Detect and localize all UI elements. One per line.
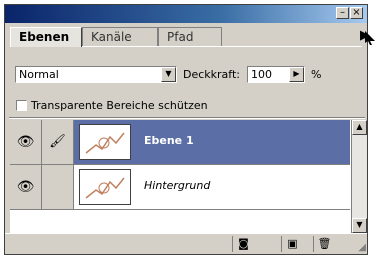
layer-thumbnail <box>79 124 131 160</box>
chevron-down-icon: ▼ <box>165 69 172 78</box>
minimize-icon: – <box>340 7 345 18</box>
trash-icon: 🗑 <box>317 237 332 250</box>
opacity-unit: % <box>311 68 322 81</box>
tab-ebenen-label: Ebenen <box>19 30 70 44</box>
tab-ebenen[interactable]: Ebenen <box>10 27 82 47</box>
transparency-lock-label: Transparente Bereiche schützen <box>31 99 208 112</box>
blend-mode-value: Normal <box>19 68 59 81</box>
brush-icon: 🖌 <box>49 134 66 149</box>
layer-list-scrollbar[interactable]: ▲ ▼ <box>351 120 367 233</box>
mouse-cursor-icon <box>365 31 375 45</box>
blend-mode-dropdown-button[interactable]: ▼ <box>161 67 176 82</box>
layer-list: 👁 🖌 Ebene 1 👁 Hintergrund <box>10 120 358 233</box>
layer-name: Ebene 1 <box>144 134 194 147</box>
resize-grip-icon[interactable]: ◢ <box>358 242 366 253</box>
tab-kanaele-label: Kanäle <box>91 30 132 44</box>
eye-icon: 👁 <box>16 179 35 195</box>
opacity-field[interactable]: 100 ▶ <box>247 66 305 83</box>
transparency-lock-checkbox[interactable] <box>16 100 27 111</box>
layer-visibility-toggle[interactable]: 👁 <box>10 120 42 164</box>
layer-name: Hintergrund <box>144 179 211 192</box>
layers-palette: – × Ebenen Kanäle Pfad ▶ Normal ▼ Deckkr… <box>4 4 370 255</box>
new-layer-button[interactable]: ▣ <box>281 236 303 252</box>
palette-bottom-bar: ◙ ▣ 🗑 ◢ <box>5 233 367 254</box>
opacity-value: 100 <box>251 68 272 81</box>
layer-row-hintergrund[interactable]: 👁 Hintergrund <box>10 165 350 210</box>
layer-visibility-toggle[interactable]: 👁 <box>10 165 42 209</box>
chevron-up-icon: ▲ <box>356 122 363 131</box>
delete-layer-button[interactable]: 🗑 <box>313 236 335 252</box>
tab-pfad-label: Pfad <box>167 30 194 44</box>
palette-tabs: Ebenen Kanäle Pfad <box>10 27 366 47</box>
options-separator <box>9 117 365 119</box>
chevron-down-icon: ▼ <box>356 220 363 229</box>
triangle-right-small-icon: ▶ <box>293 69 300 78</box>
mask-icon: ◙ <box>238 237 249 250</box>
layer-edit-toggle[interactable] <box>42 165 74 209</box>
close-icon: × <box>352 7 361 18</box>
scroll-up-button[interactable]: ▲ <box>352 120 367 135</box>
minimize-button[interactable]: – <box>336 7 349 19</box>
palette-titlebar[interactable]: – × <box>5 5 367 23</box>
layer-thumbnail-art <box>85 177 125 199</box>
tab-kanaele[interactable]: Kanäle <box>82 27 158 47</box>
new-layer-icon: ▣ <box>287 237 298 250</box>
close-button[interactable]: × <box>350 7 363 19</box>
opacity-slider-button[interactable]: ▶ <box>289 67 304 82</box>
blend-mode-select[interactable]: Normal ▼ <box>15 66 177 83</box>
layer-thumbnail <box>79 169 131 205</box>
tab-pfad[interactable]: Pfad <box>158 27 222 47</box>
scroll-down-button[interactable]: ▼ <box>352 218 367 233</box>
eye-icon: 👁 <box>16 134 35 150</box>
opacity-label: Deckkraft: <box>183 68 240 81</box>
layer-thumbnail-art <box>85 132 125 154</box>
layer-edit-toggle[interactable]: 🖌 <box>42 120 74 164</box>
add-mask-button[interactable]: ◙ <box>232 236 254 252</box>
layer-row-ebene-1[interactable]: 👁 🖌 Ebene 1 <box>10 120 350 165</box>
